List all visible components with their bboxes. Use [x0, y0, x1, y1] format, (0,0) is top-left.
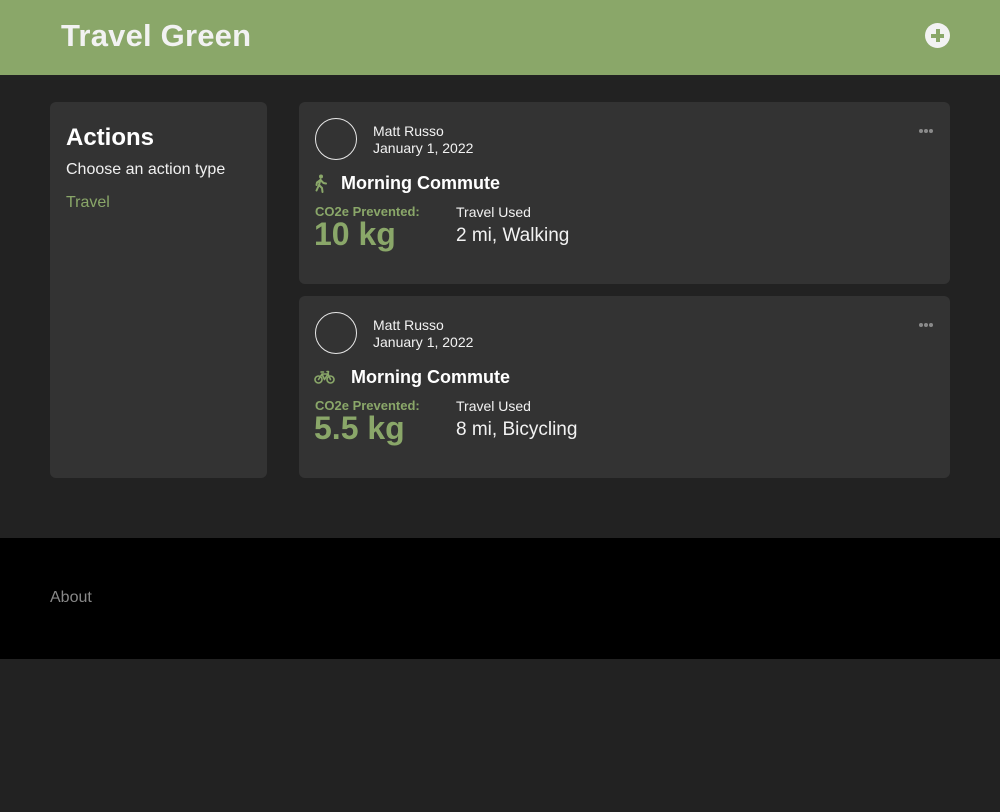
walking-icon [315, 174, 327, 193]
more-options-icon[interactable] [918, 122, 934, 138]
co2-value: 5.5 kg [314, 410, 405, 446]
activity-title: Morning Commute [351, 367, 510, 387]
post-date: January 1, 2022 [373, 334, 474, 350]
bicycle-icon [314, 370, 335, 384]
more-options-icon[interactable] [918, 316, 934, 332]
sidebar-title: Actions [66, 124, 155, 151]
activity-card: Matt Russo January 1, 2022 Morning Commu… [299, 102, 950, 284]
avatar [315, 312, 357, 354]
travel-label: Travel Used [456, 204, 531, 220]
avatar [315, 118, 357, 160]
page-footer: About [0, 538, 1000, 659]
actions-sidebar: Actions Choose an action type Travel [50, 102, 267, 478]
activity-card: Matt Russo January 1, 2022 Morning Commu… [299, 296, 950, 478]
app-title: Travel Green [61, 18, 252, 53]
user-name: Matt Russo [373, 123, 444, 139]
activity-title: Morning Commute [341, 173, 500, 193]
user-name: Matt Russo [373, 317, 444, 333]
travel-value: 2 mi, Walking [456, 225, 570, 246]
app-header: Travel Green [0, 0, 1000, 75]
sidebar-link-travel[interactable]: Travel [66, 194, 110, 212]
travel-value: 8 mi, Bicycling [456, 419, 578, 440]
co2-value: 10 kg [314, 216, 396, 252]
post-date: January 1, 2022 [373, 140, 474, 156]
sidebar-subtitle: Choose an action type [66, 161, 226, 178]
plus-circle-icon[interactable] [925, 23, 950, 48]
footer-link-about[interactable]: About [50, 589, 92, 607]
travel-label: Travel Used [456, 398, 531, 414]
